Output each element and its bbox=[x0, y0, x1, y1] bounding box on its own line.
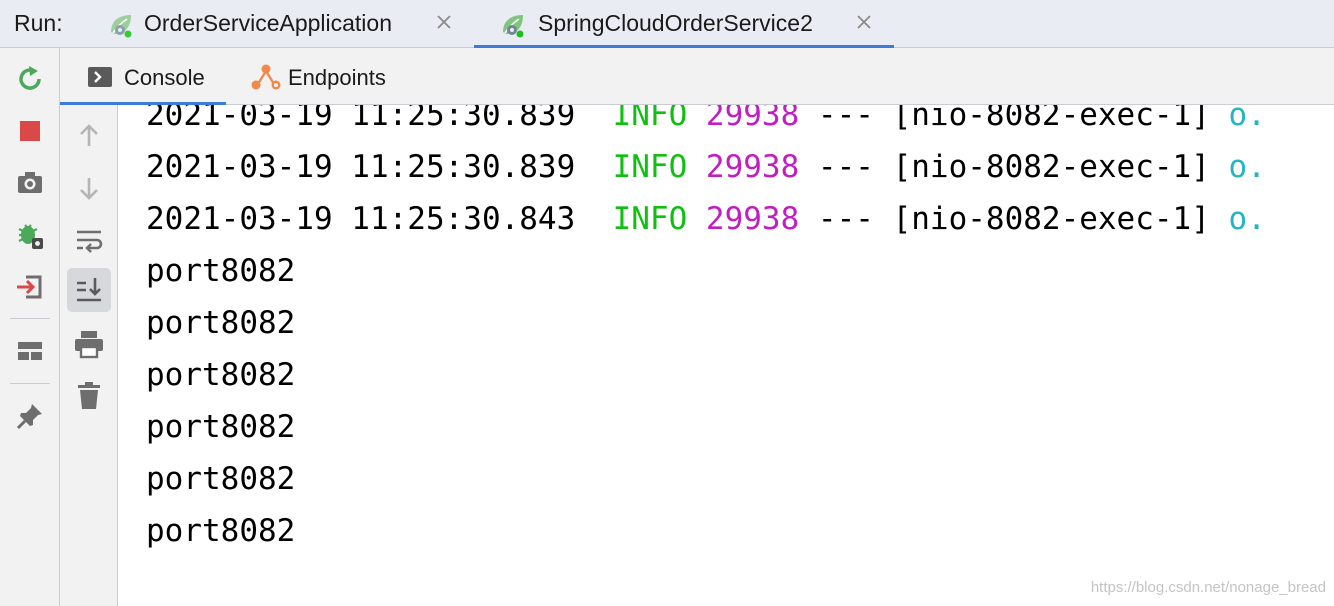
log-logger: o. bbox=[1228, 149, 1266, 185]
up-arrow-icon[interactable] bbox=[72, 119, 106, 153]
tab-console[interactable]: Console bbox=[60, 48, 226, 106]
log-thread: [nio-8082-exec-1] bbox=[892, 105, 1210, 133]
run-label: Run: bbox=[14, 10, 63, 36]
log-logger: o. bbox=[1228, 201, 1266, 237]
log-separator: --- bbox=[817, 201, 874, 237]
tab-endpoints[interactable]: Endpoints bbox=[244, 48, 414, 105]
log-thread: [nio-8082-exec-1] bbox=[892, 149, 1210, 185]
output-line: port8082 bbox=[146, 305, 296, 341]
log-pid: 29938 bbox=[705, 149, 800, 185]
spring-boot-icon bbox=[503, 15, 524, 38]
camera-icon[interactable] bbox=[14, 167, 46, 199]
print-icon[interactable] bbox=[72, 327, 106, 361]
log-line: 2021-03-19 11:25:30.839 INFO 29938 --- [… bbox=[146, 105, 1266, 133]
scroll-to-end-button[interactable] bbox=[67, 268, 111, 312]
log-separator: --- bbox=[817, 105, 874, 133]
scroll-to-end-icon bbox=[77, 278, 101, 302]
tab-endpoints-label: Endpoints bbox=[288, 65, 386, 90]
log-timestamp: 2021-03-19 11:25:30.839 bbox=[146, 149, 576, 185]
log-pid: 29938 bbox=[705, 105, 800, 133]
log-line: 2021-03-19 11:25:30.839 INFO 29938 --- [… bbox=[146, 149, 1266, 185]
toolbar-separator bbox=[10, 383, 50, 384]
exit-icon[interactable] bbox=[14, 271, 46, 303]
log-timestamp: 2021-03-19 11:25:30.839 bbox=[146, 105, 576, 133]
endpoints-icon bbox=[251, 64, 281, 90]
rerun-icon[interactable] bbox=[14, 63, 46, 95]
console-icon bbox=[88, 67, 112, 87]
log-level: INFO bbox=[612, 105, 688, 133]
output-line: port8082 bbox=[146, 513, 296, 549]
close-icon[interactable] bbox=[854, 12, 874, 32]
tab-console-label: Console bbox=[124, 65, 205, 90]
run-subtabs: Console Endpoints bbox=[60, 48, 1334, 106]
log-logger: o. bbox=[1228, 105, 1266, 133]
console-toolbar bbox=[60, 105, 118, 606]
output-line: port8082 bbox=[146, 357, 296, 393]
debug-settings-icon[interactable] bbox=[14, 219, 46, 251]
run-tab-label: SpringCloudOrderService2 bbox=[538, 10, 813, 36]
run-tab-order-service-application[interactable]: OrderServiceApplication bbox=[100, 0, 470, 48]
run-tab-springcloud-order-service2[interactable]: SpringCloudOrderService2 bbox=[474, 0, 894, 49]
run-toolbar bbox=[0, 48, 60, 606]
stop-icon[interactable] bbox=[14, 115, 46, 147]
log-timestamp: 2021-03-19 11:25:30.843 bbox=[146, 201, 576, 237]
toolbar-separator bbox=[10, 318, 50, 319]
output-line: port8082 bbox=[146, 461, 296, 497]
trash-icon[interactable] bbox=[72, 379, 106, 413]
run-tab-label: OrderServiceApplication bbox=[144, 10, 393, 36]
soft-wrap-icon[interactable] bbox=[72, 223, 106, 257]
output-line: port8082 bbox=[146, 253, 296, 289]
console-output[interactable]: 2021-03-19 11:25:30.839 INFO 29938 --- [… bbox=[118, 105, 1334, 606]
log-line: 2021-03-19 11:25:30.843 INFO 29938 --- [… bbox=[146, 201, 1266, 237]
log-level: INFO bbox=[612, 201, 688, 237]
pin-icon[interactable] bbox=[14, 400, 46, 432]
run-tool-window-header: Run: OrderServiceApplication SpringCloud… bbox=[0, 0, 1334, 49]
close-icon[interactable] bbox=[434, 12, 454, 32]
log-separator: --- bbox=[817, 149, 874, 185]
log-level: INFO bbox=[612, 149, 688, 185]
down-arrow-icon[interactable] bbox=[72, 171, 106, 205]
watermark: https://blog.csdn.net/nonage_bread bbox=[1090, 579, 1326, 596]
layout-icon[interactable] bbox=[14, 335, 46, 367]
output-line: port8082 bbox=[146, 409, 296, 445]
log-pid: 29938 bbox=[705, 201, 800, 237]
log-thread: [nio-8082-exec-1] bbox=[892, 201, 1210, 237]
spring-boot-icon bbox=[111, 15, 132, 38]
